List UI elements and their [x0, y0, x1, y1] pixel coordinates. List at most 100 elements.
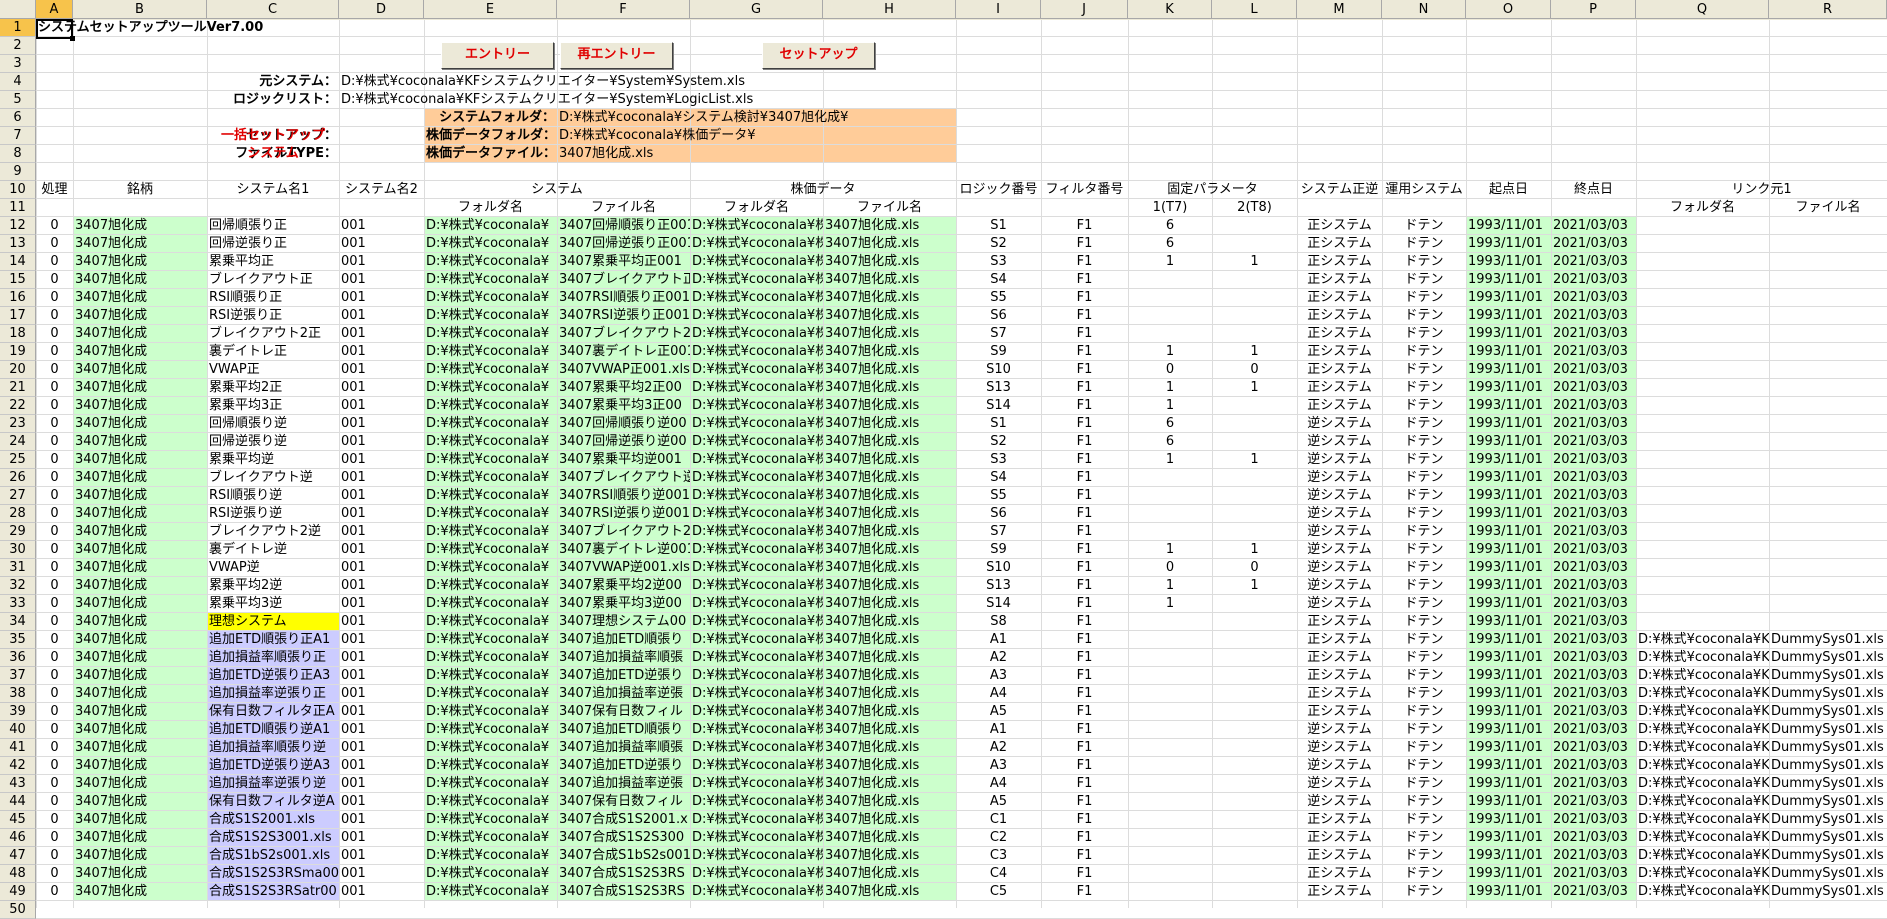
system-name-cell[interactable]: 合成S1S2S3001.xls	[207, 829, 339, 847]
row-header-12[interactable]: 12	[0, 217, 36, 235]
logic-number-cell[interactable]: S5	[956, 289, 1041, 307]
direction-cell[interactable]: 正システム	[1297, 397, 1382, 415]
system-folder-cell[interactable]: D:¥株式¥coconala¥	[424, 433, 557, 451]
param-t7-cell[interactable]	[1128, 775, 1212, 793]
direction-cell[interactable]: 逆システム	[1297, 739, 1382, 757]
system-folder-label[interactable]: システムフォルダ：	[424, 109, 557, 127]
system-file-cell[interactable]: 3407累乗平均3正00	[557, 397, 690, 415]
fill-handle[interactable]	[70, 36, 75, 41]
row-header-50[interactable]: 50	[0, 901, 36, 919]
end-date-cell[interactable]: 2021/03/03	[1551, 217, 1636, 235]
logic-number-cell[interactable]: S6	[956, 307, 1041, 325]
column-header-p[interactable]: P	[1551, 0, 1636, 19]
filter-number-cell[interactable]: F1	[1041, 433, 1128, 451]
system-name-cell[interactable]: RSI逆張り逆	[207, 505, 339, 523]
system-name-cell[interactable]: 合成S1S2S3RSma00	[207, 865, 339, 883]
filter-number-cell[interactable]: F1	[1041, 649, 1128, 667]
param-t8-cell[interactable]: 1	[1212, 541, 1297, 559]
filter-number-cell[interactable]: F1	[1041, 829, 1128, 847]
end-date-cell[interactable]: 2021/03/03	[1551, 397, 1636, 415]
proc-cell[interactable]: 0	[36, 343, 73, 361]
end-date-cell[interactable]: 2021/03/03	[1551, 343, 1636, 361]
end-date-cell[interactable]: 2021/03/03	[1551, 379, 1636, 397]
end-date-cell[interactable]: 2021/03/03	[1551, 487, 1636, 505]
system-name-2-cell[interactable]: 001	[339, 433, 424, 451]
param-t8-cell[interactable]	[1212, 415, 1297, 433]
system-name-2-cell[interactable]: 001	[339, 505, 424, 523]
row-header-3[interactable]: 3	[0, 55, 36, 73]
param-t7-cell[interactable]	[1128, 793, 1212, 811]
system-name-cell[interactable]: RSI順張り正	[207, 289, 339, 307]
start-date-cell[interactable]: 1993/11/01	[1466, 271, 1551, 289]
brand-cell[interactable]: 3407旭化成	[73, 577, 207, 595]
link-folder-cell[interactable]: D:¥株式¥coconala¥K	[1636, 847, 1769, 865]
system-name-2-cell[interactable]: 001	[339, 847, 424, 865]
param-t8-cell[interactable]	[1212, 505, 1297, 523]
link-folder-cell[interactable]: D:¥株式¥coconala¥K	[1636, 775, 1769, 793]
row-header-23[interactable]: 23	[0, 415, 36, 433]
proc-cell[interactable]: 0	[36, 793, 73, 811]
logic-number-cell[interactable]: S13	[956, 577, 1041, 595]
start-date-cell[interactable]: 1993/11/01	[1466, 649, 1551, 667]
filter-number-cell[interactable]: F1	[1041, 325, 1128, 343]
end-date-cell[interactable]: 2021/03/03	[1551, 595, 1636, 613]
header-logic-number[interactable]: ロジック番号	[956, 181, 1041, 199]
param-t7-cell[interactable]	[1128, 721, 1212, 739]
operation-cell[interactable]: ドテン	[1382, 487, 1466, 505]
system-folder-cell[interactable]: D:¥株式¥coconala¥	[424, 721, 557, 739]
brand-cell[interactable]: 3407旭化成	[73, 847, 207, 865]
system-name-cell[interactable]: ブレイクアウト逆	[207, 469, 339, 487]
operation-cell[interactable]: ドテン	[1382, 469, 1466, 487]
start-date-cell[interactable]: 1993/11/01	[1466, 757, 1551, 775]
start-date-cell[interactable]: 1993/11/01	[1466, 253, 1551, 271]
end-date-cell[interactable]: 2021/03/03	[1551, 451, 1636, 469]
price-file-cell[interactable]: 3407旭化成.xls	[823, 649, 956, 667]
price-folder-cell[interactable]: D:¥株式¥coconala¥株	[690, 757, 823, 775]
brand-cell[interactable]: 3407旭化成	[73, 631, 207, 649]
file-type-value[interactable]: システム	[207, 145, 339, 163]
system-name-2-cell[interactable]: 001	[339, 343, 424, 361]
start-date-cell[interactable]: 1993/11/01	[1466, 811, 1551, 829]
end-date-cell[interactable]: 2021/03/03	[1551, 469, 1636, 487]
start-date-cell[interactable]: 1993/11/01	[1466, 865, 1551, 883]
header-system[interactable]: システム	[424, 181, 690, 199]
row-header-13[interactable]: 13	[0, 235, 36, 253]
param-t8-cell[interactable]: 0	[1212, 361, 1297, 379]
system-name-2-cell[interactable]: 001	[339, 487, 424, 505]
system-name-2-cell[interactable]: 001	[339, 559, 424, 577]
system-name-cell[interactable]: 追加損益率逆張り正	[207, 685, 339, 703]
link-folder-cell[interactable]: D:¥株式¥coconala¥K	[1636, 829, 1769, 847]
price-folder-cell[interactable]: D:¥株式¥coconala¥株	[690, 379, 823, 397]
column-header-o[interactable]: O	[1466, 0, 1551, 19]
brand-cell[interactable]: 3407旭化成	[73, 415, 207, 433]
logic-number-cell[interactable]: C1	[956, 811, 1041, 829]
brand-cell[interactable]: 3407旭化成	[73, 883, 207, 901]
system-file-cell[interactable]: 3407回帰逆張り逆00	[557, 433, 690, 451]
row-header-25[interactable]: 25	[0, 451, 36, 469]
row-header-43[interactable]: 43	[0, 775, 36, 793]
param-t7-cell[interactable]	[1128, 271, 1212, 289]
filter-number-cell[interactable]: F1	[1041, 793, 1128, 811]
start-date-cell[interactable]: 1993/11/01	[1466, 595, 1551, 613]
system-folder-cell[interactable]: D:¥株式¥coconala¥	[424, 289, 557, 307]
link-folder-cell[interactable]: D:¥株式¥coconala¥K	[1636, 649, 1769, 667]
system-file-cell[interactable]: 3407ブレイクアウト逆	[557, 469, 690, 487]
row-header-31[interactable]: 31	[0, 559, 36, 577]
end-date-cell[interactable]: 2021/03/03	[1551, 253, 1636, 271]
filter-number-cell[interactable]: F1	[1041, 811, 1128, 829]
direction-cell[interactable]: 逆システム	[1297, 595, 1382, 613]
system-name-2-cell[interactable]: 001	[339, 541, 424, 559]
logic-number-cell[interactable]: A5	[956, 793, 1041, 811]
column-header-q[interactable]: Q	[1636, 0, 1769, 19]
direction-cell[interactable]: 正システム	[1297, 271, 1382, 289]
start-date-cell[interactable]: 1993/11/01	[1466, 829, 1551, 847]
param-t8-cell[interactable]	[1212, 775, 1297, 793]
system-file-cell[interactable]: 3407追加ETD順張り	[557, 721, 690, 739]
filter-number-cell[interactable]: F1	[1041, 883, 1128, 901]
row-header-22[interactable]: 22	[0, 397, 36, 415]
direction-cell[interactable]: 正システム	[1297, 325, 1382, 343]
end-date-cell[interactable]: 2021/03/03	[1551, 307, 1636, 325]
proc-cell[interactable]: 0	[36, 775, 73, 793]
param-t8-cell[interactable]	[1212, 739, 1297, 757]
row-header-29[interactable]: 29	[0, 523, 36, 541]
